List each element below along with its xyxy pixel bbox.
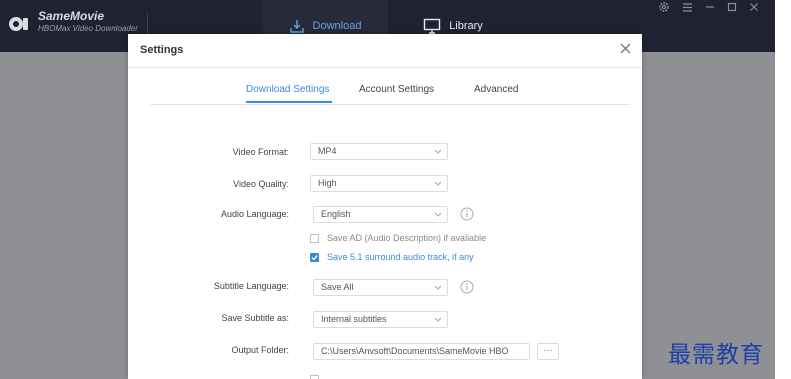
video-quality-label: Video Quality:: [233, 179, 289, 189]
dialog-header-divider: [128, 67, 642, 68]
tab-advanced[interactable]: Advanced: [474, 84, 518, 95]
monitor-icon: [423, 18, 441, 34]
video-quality-select[interactable]: High: [310, 175, 448, 192]
chevron-down-icon: [434, 212, 442, 217]
tab-download-settings[interactable]: Download Settings: [246, 84, 329, 95]
save-51-label: Save 5.1 surround audio track, if any: [327, 252, 474, 262]
audio-language-select[interactable]: English: [313, 206, 448, 223]
video-format-value: MP4: [318, 146, 337, 156]
maximize-icon[interactable]: [727, 2, 737, 12]
minimize-icon[interactable]: [705, 2, 715, 12]
video-quality-value: High: [318, 178, 337, 188]
cut-off-checkbox[interactable]: [310, 375, 319, 379]
samemovie-logo-icon: [9, 17, 28, 31]
save-51-checkbox[interactable]: [310, 253, 319, 262]
save-subtitle-as-label: Save Subtitle as:: [221, 313, 289, 323]
save-subtitle-as-select[interactable]: Internal subtitles: [313, 311, 448, 328]
right-margin: [775, 0, 791, 379]
save-subtitle-as-value: Internal subtitles: [321, 314, 387, 324]
save-ad-label: Save AD (Audio Description) if avaliable: [327, 233, 487, 243]
subtitle-language-select[interactable]: Save All: [313, 279, 448, 296]
chevron-down-icon: [434, 317, 442, 322]
app-subtitle: HBOMax Video Downloader: [38, 24, 138, 33]
app-name: SameMovie: [38, 9, 105, 23]
output-folder-label: Output Folder:: [231, 345, 289, 355]
save-ad-checkbox[interactable]: [310, 234, 319, 243]
chevron-down-icon: [434, 149, 442, 154]
download-icon: [289, 20, 304, 33]
nav-download-label: Download: [312, 20, 362, 32]
checkmark-icon: [311, 255, 318, 261]
audio-language-label: Audio Language:: [220, 209, 289, 219]
chevron-down-icon: [434, 285, 442, 290]
audio-info-icon[interactable]: [460, 207, 474, 221]
subtitle-language-label: Subtitle Language:: [213, 281, 289, 291]
menu-icon[interactable]: [682, 2, 693, 13]
dialog-title: Settings: [140, 44, 184, 56]
watermark-text: 最需教育: [668, 342, 764, 368]
settings-tabs: Download Settings Account Settings Advan…: [150, 82, 630, 105]
video-format-select[interactable]: MP4: [310, 143, 448, 160]
subtitle-language-value: Save All: [321, 282, 354, 292]
tab-account-settings[interactable]: Account Settings: [359, 84, 434, 95]
chevron-down-icon: [434, 181, 442, 186]
active-tab-underline: [246, 101, 332, 103]
audio-language-value: English: [321, 209, 351, 219]
video-format-label: Video Format:: [232, 147, 289, 157]
app-window: SameMovie HBOMax Video Downloader Downlo…: [0, 0, 791, 379]
window-controls: [658, 1, 759, 13]
close-icon[interactable]: [749, 2, 759, 12]
browse-folder-button[interactable]: ···: [537, 343, 559, 360]
dialog-close-icon[interactable]: [619, 42, 632, 55]
settings-dialog: Settings Download Settings Account Setti…: [128, 34, 642, 379]
brand: SameMovie HBOMax Video Downloader: [8, 10, 138, 34]
gear-icon[interactable]: [658, 1, 670, 13]
subtitle-info-icon[interactable]: [460, 280, 474, 294]
nav-library-label: Library: [449, 20, 483, 32]
output-folder-input[interactable]: C:\Users\Anvsoft\Documents\SameMovie HBO: [313, 343, 530, 360]
